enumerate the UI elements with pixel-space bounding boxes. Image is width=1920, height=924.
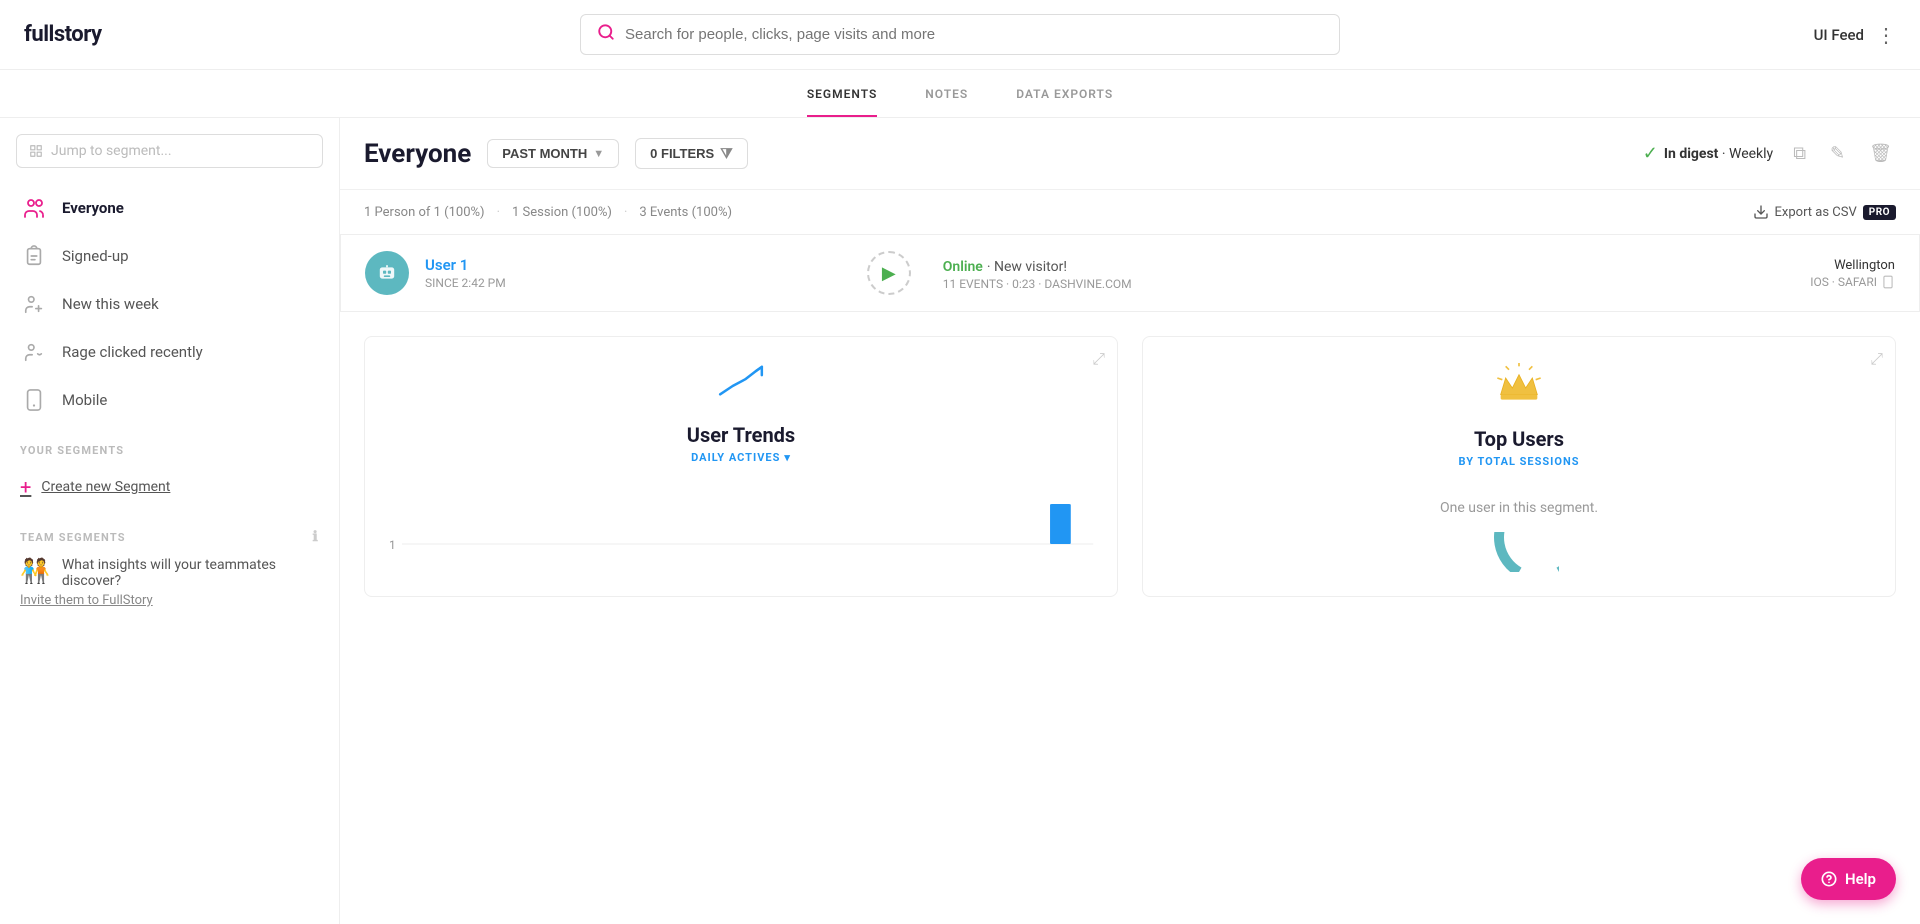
- sidebar-item-mobile[interactable]: Mobile: [0, 376, 339, 424]
- user-name: User 1: [425, 256, 851, 274]
- top-users-title: Top Users: [1474, 427, 1564, 451]
- export-csv-button[interactable]: Export as CSV PRO: [1753, 204, 1896, 220]
- visitor-note: · New visitor!: [987, 259, 1067, 275]
- page-title: Everyone: [364, 139, 471, 169]
- your-segments-section: YOUR SEGMENTS: [0, 424, 339, 465]
- clipboard-icon: [20, 242, 48, 270]
- person-new-icon: [20, 290, 48, 318]
- user-trends-title: User Trends: [687, 423, 795, 447]
- export-label: Export as CSV: [1775, 205, 1857, 220]
- user-since: SINCE 2:42 PM: [425, 276, 851, 290]
- user-trends-card: ⤢ User Trends DAILY ACTIVES ▾ 1: [364, 336, 1118, 597]
- user-list-header: 1 Person of 1 (100%) · 1 Session (100%) …: [340, 190, 1920, 234]
- sidebar-item-label-new-this-week: New this week: [62, 295, 159, 313]
- user-location: Wellington IOS · SAFARI: [1810, 258, 1895, 289]
- session-details: 11 EVENTS · 0:23 · DASHVINE.COM: [943, 277, 1794, 291]
- date-filter-label: PAST MONTH: [502, 146, 587, 161]
- segment-search-placeholder: Jump to segment...: [51, 143, 172, 159]
- online-status: Online: [943, 259, 983, 275]
- sidebar-item-new-this-week[interactable]: New this week: [0, 280, 339, 328]
- digest-text: In digest · Weekly: [1664, 146, 1773, 162]
- sidebar-item-label-everyone: Everyone: [62, 199, 124, 217]
- team-info-icon[interactable]: ℹ: [312, 529, 319, 545]
- chart-y-label: 1: [389, 538, 402, 554]
- more-menu-icon[interactable]: ⋮: [1876, 23, 1896, 47]
- subtitle-chevron-icon: ▾: [784, 451, 791, 464]
- persons-stat: 1 Person of 1 (100%): [364, 205, 485, 220]
- cards-row: ⤢ User Trends DAILY ACTIVES ▾ 1: [340, 312, 1920, 621]
- user-info: User 1 SINCE 2:42 PM: [425, 256, 851, 290]
- team-invite-link[interactable]: Invite them to FullStory: [0, 593, 339, 608]
- plus-icon: +: [20, 475, 31, 499]
- sidebar-item-label-rage-clicked: Rage clicked recently: [62, 343, 203, 361]
- top-users-note: One user in this segment.: [1167, 480, 1871, 516]
- trends-chart: 1: [389, 476, 1093, 554]
- sidebar-item-everyone[interactable]: Everyone: [0, 184, 339, 232]
- digest-status: ✓ In digest · Weekly: [1643, 143, 1773, 164]
- by-total-sessions-label: BY TOTAL SESSIONS: [1458, 455, 1579, 468]
- create-segment-label: Create new Segment: [41, 479, 170, 495]
- device-info: IOS · SAFARI: [1810, 275, 1895, 289]
- checkmark-icon: ✓: [1643, 143, 1658, 164]
- delete-icon[interactable]: 🗑: [1865, 139, 1896, 168]
- expand-top-users-icon[interactable]: ⤢: [1870, 349, 1883, 369]
- create-segment-link[interactable]: + Create new Segment: [0, 465, 339, 509]
- filter-sliders-icon: ⧩: [720, 145, 733, 162]
- team-segments-section: TEAM SEGMENTS ℹ: [0, 509, 339, 553]
- team-promo-row: 🧑‍🤝‍🧑 What insights will your teammates …: [0, 553, 339, 593]
- main-layout: Jump to segment... Everyone Signed-up: [0, 118, 1920, 924]
- main-content: Everyone PAST MONTH ▼ 0 FILTERS ⧩ ✓ In d…: [340, 118, 1920, 924]
- content-header: Everyone PAST MONTH ▼ 0 FILTERS ⧩ ✓ In d…: [340, 118, 1920, 190]
- team-emoji-icon: 🧑‍🤝‍🧑: [20, 557, 50, 585]
- date-filter-button[interactable]: PAST MONTH ▼: [487, 139, 619, 168]
- top-users-body: One user in this segment.: [1167, 480, 1871, 572]
- content-actions: ✓ In digest · Weekly ⧉ ✎ 🗑: [1643, 139, 1896, 168]
- crown-icon: [1494, 361, 1544, 415]
- date-chevron-icon: ▼: [593, 148, 604, 160]
- trend-chart-svg: [402, 484, 1093, 554]
- logo: fullstory: [24, 22, 184, 47]
- header-right: UI Feed ⋮: [1736, 23, 1896, 47]
- sessions-stat: 1 Session (100%): [512, 205, 612, 220]
- sidebar: Jump to segment... Everyone Signed-up: [0, 118, 340, 924]
- table-row[interactable]: User 1 SINCE 2:42 PM ▶ Online · New visi…: [340, 234, 1920, 312]
- user-stats: 1 Person of 1 (100%) · 1 Session (100%) …: [364, 205, 732, 220]
- top-users-card: ⤢ Top Users BY T: [1142, 336, 1896, 597]
- search-icon: [597, 23, 615, 46]
- nav-tabs: SEGMENTS NOTES DATA EXPORTS: [0, 70, 1920, 118]
- search-input[interactable]: [625, 26, 1323, 43]
- expand-trends-icon[interactable]: ⤢: [1092, 349, 1105, 369]
- filters-button[interactable]: 0 FILTERS ⧩: [635, 138, 748, 169]
- team-question-text: What insights will your teammates discov…: [62, 557, 319, 589]
- username-label: UI Feed: [1814, 26, 1864, 44]
- play-button[interactable]: ▶: [867, 251, 911, 295]
- sidebar-item-rage-clicked[interactable]: Rage clicked recently: [0, 328, 339, 376]
- session-info: Online · New visitor! 11 EVENTS · 0:23 ·…: [927, 256, 1794, 291]
- sidebar-item-signed-up[interactable]: Signed-up: [0, 232, 339, 280]
- person-group-icon: [20, 194, 48, 222]
- play-circle-icon[interactable]: ▶: [867, 251, 911, 295]
- help-button[interactable]: Help: [1801, 858, 1896, 900]
- copy-icon[interactable]: ⧉: [1789, 139, 1810, 168]
- mobile-icon: [20, 386, 48, 414]
- person-rage-icon: [20, 338, 48, 366]
- search-bar[interactable]: [580, 14, 1340, 55]
- daily-actives-button[interactable]: DAILY ACTIVES ▾: [691, 451, 791, 464]
- segment-search[interactable]: Jump to segment...: [16, 134, 323, 168]
- sidebar-item-label-signed-up: Signed-up: [62, 247, 129, 265]
- edit-icon[interactable]: ✎: [1826, 139, 1849, 168]
- help-label: Help: [1845, 870, 1876, 888]
- location-text: Wellington: [1810, 258, 1895, 273]
- filters-count-label: 0 FILTERS: [650, 146, 714, 161]
- app-header: fullstory UI Feed ⋮: [0, 0, 1920, 70]
- tab-data-exports[interactable]: DATA EXPORTS: [1016, 87, 1113, 117]
- sidebar-item-label-mobile: Mobile: [62, 391, 107, 409]
- events-stat: 3 Events (100%): [639, 205, 732, 220]
- tab-notes[interactable]: NOTES: [925, 87, 968, 117]
- pro-badge: PRO: [1863, 205, 1896, 220]
- trend-icon: [716, 361, 766, 411]
- avatar: [365, 251, 409, 295]
- tab-segments[interactable]: SEGMENTS: [807, 87, 877, 117]
